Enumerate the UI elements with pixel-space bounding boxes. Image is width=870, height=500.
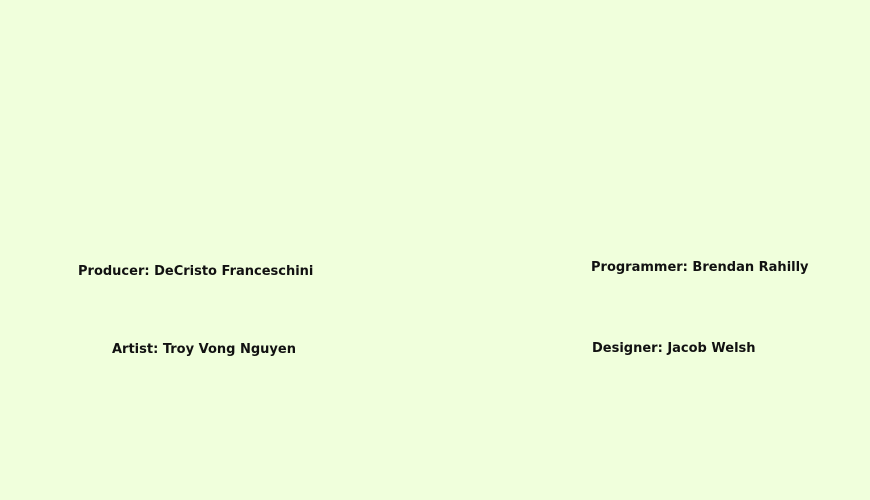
programmer-credit: Programmer: Brendan Rahilly [591,260,809,275]
designer-credit: Designer: Jacob Welsh [592,341,756,356]
artist-credit: Artist: Troy Vong Nguyen [112,342,296,357]
credits-screen: Producer: DeCristo Franceschini Programm… [0,0,870,500]
producer-credit: Producer: DeCristo Franceschini [78,264,314,279]
